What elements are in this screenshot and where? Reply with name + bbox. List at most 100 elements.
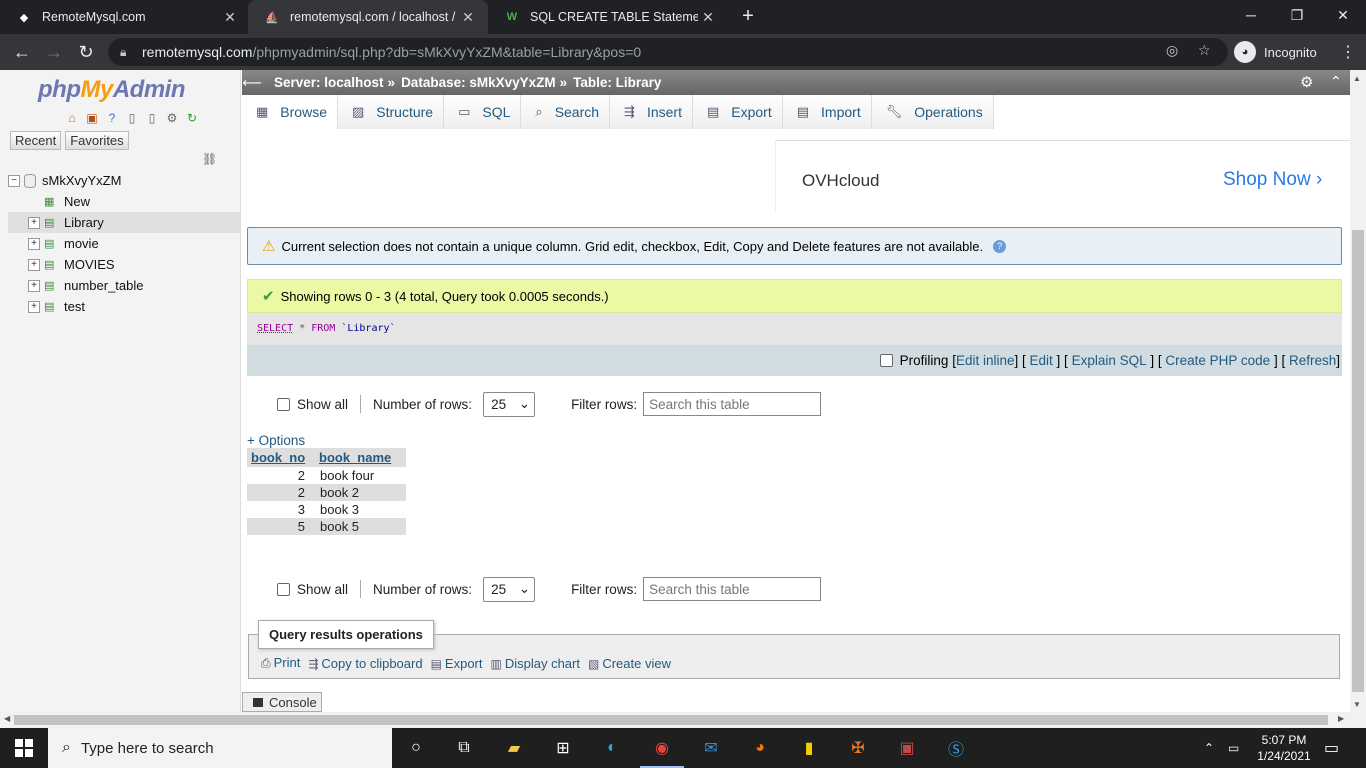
back-icon[interactable]: ← xyxy=(10,40,34,64)
sql-keyword-select[interactable]: SELECT xyxy=(257,323,293,334)
explain-sql-link[interactable]: Explain SQL xyxy=(1072,353,1147,368)
options-toggle-link[interactable]: + Options xyxy=(247,433,305,448)
tab-insert[interactable]: ⇶ Insert xyxy=(610,95,693,129)
task-view-icon[interactable]: ⧉ xyxy=(452,736,476,760)
settings-icon[interactable]: ⚙ xyxy=(164,110,180,126)
collapse-icon[interactable]: − xyxy=(8,174,20,187)
breadcrumb-server[interactable]: Server: localhost xyxy=(274,75,384,90)
expand-icon[interactable]: + xyxy=(28,258,40,271)
tab-import[interactable]: ▤ Import xyxy=(782,95,872,129)
console-toggle[interactable]: Console xyxy=(242,692,322,712)
edit-link[interactable]: Edit xyxy=(1030,353,1053,368)
show-all-checkbox[interactable] xyxy=(277,397,290,411)
scroll-up-icon[interactable]: ▲ xyxy=(1353,74,1361,83)
tab-operations[interactable]: 🔧︎ Operations xyxy=(871,95,994,129)
tree-item-movies[interactable]: + ▤ MOVIES xyxy=(8,254,240,275)
tray-expand-icon[interactable]: ⌃ xyxy=(1204,728,1214,768)
create-view-link[interactable]: ▧ Create view xyxy=(588,656,671,671)
reload-icon[interactable]: ↻ xyxy=(74,40,98,64)
logout-icon[interactable]: ▣ xyxy=(84,110,100,126)
recent-button[interactable]: Recent xyxy=(10,131,62,150)
file-explorer-icon[interactable]: ▰ xyxy=(502,736,526,760)
column-header-book-no[interactable]: book_no xyxy=(247,448,315,467)
bookmark-star-icon[interactable]: ☆ xyxy=(1198,42,1211,59)
reload-nav-icon[interactable]: ↻ xyxy=(184,110,200,126)
close-tab-icon[interactable]: ✕ xyxy=(458,9,478,26)
edit-inline-link[interactable]: Edit inline xyxy=(956,353,1015,368)
tab-export[interactable]: ▤ Export xyxy=(692,95,783,129)
scrollbar-thumb[interactable] xyxy=(1352,230,1364,692)
breadcrumb-database[interactable]: Database: sMkXvyYxZM xyxy=(401,75,556,90)
close-tab-icon[interactable]: ✕ xyxy=(220,9,240,26)
mail-icon[interactable]: ✉ xyxy=(699,736,723,760)
battery-icon[interactable]: ▭ xyxy=(1228,728,1239,768)
ad-shop-now-link[interactable]: Shop Now › xyxy=(1223,169,1322,191)
restore-icon[interactable]: ❐ xyxy=(1274,0,1320,30)
filter-rows-input[interactable]: Search this table xyxy=(643,577,822,601)
tree-item-test[interactable]: + ▤ test xyxy=(8,296,240,317)
minimize-icon[interactable]: ─ xyxy=(1228,0,1274,30)
refresh-link[interactable]: Refresh xyxy=(1289,353,1336,368)
incognito-indicator[interactable]: ◕ Incognito xyxy=(1234,39,1317,65)
close-tab-icon[interactable]: ✕ xyxy=(698,9,718,26)
xampp-icon[interactable]: ✠ xyxy=(846,736,870,760)
notifications-icon[interactable]: ▭ xyxy=(1324,728,1339,768)
scroll-left-icon[interactable]: ◀ xyxy=(4,714,10,723)
create-php-code-link[interactable]: Create PHP code xyxy=(1165,353,1270,368)
tab-search[interactable]: ⌕ Search xyxy=(521,95,611,129)
breadcrumb-table[interactable]: Table: Library xyxy=(573,75,661,90)
game-app-icon[interactable]: ▣ xyxy=(895,736,919,760)
profiling-checkbox[interactable] xyxy=(879,354,893,367)
skype-icon[interactable]: Ⓢ xyxy=(944,736,968,760)
start-button[interactable] xyxy=(0,728,48,768)
link-with-main-icon[interactable]: ⛓ xyxy=(202,152,217,166)
new-tab-icon[interactable]: + xyxy=(736,4,760,28)
forward-icon[interactable]: → xyxy=(42,40,66,64)
collapse-nav-icon[interactable]: ⟵ xyxy=(242,75,262,91)
print-link[interactable]: ⎙ Print xyxy=(261,655,300,671)
page-icon[interactable]: ▯ xyxy=(144,110,160,126)
display-chart-link[interactable]: ▥ Display chart xyxy=(491,656,580,671)
expand-icon[interactable]: + xyxy=(28,216,40,229)
chrome-icon[interactable]: ◉ xyxy=(640,736,684,768)
scroll-right-icon[interactable]: ▶ xyxy=(1338,714,1344,723)
sticky-notes-icon[interactable]: ▮ xyxy=(797,736,821,760)
tab-browse[interactable]: ▦ Browse xyxy=(242,95,338,129)
store-icon[interactable]: ⊞ xyxy=(551,736,575,760)
scroll-down-icon[interactable]: ▼ xyxy=(1353,700,1361,709)
edge-icon[interactable]: ◐ xyxy=(600,736,624,760)
rows-per-page-select[interactable]: 25 ⌄ xyxy=(483,576,536,602)
tree-item-new[interactable]: ▦ New xyxy=(8,191,240,212)
home-icon[interactable]: ⌂ xyxy=(64,110,80,126)
browser-tab-remotemysql[interactable]: ◆ RemoteMysql.com ✕ xyxy=(0,0,250,34)
favorites-button[interactable]: Favorites xyxy=(65,131,129,150)
firefox-icon[interactable]: ◕ xyxy=(748,736,772,760)
tab-sql[interactable]: ▭ SQL xyxy=(444,95,522,129)
tree-database-node[interactable]: − sMkXvyYxZM xyxy=(8,170,240,191)
taskbar-search[interactable]: ⌕ Type here to search xyxy=(48,728,392,768)
tree-item-movie[interactable]: + ▤ movie xyxy=(8,233,240,254)
taskbar-clock[interactable]: 5:07 PM 1/24/2021 xyxy=(1248,732,1320,764)
expand-icon[interactable]: + xyxy=(28,237,40,250)
tree-item-library[interactable]: + ▤ Library xyxy=(8,212,240,233)
tab-structure[interactable]: ▨ Structure xyxy=(337,95,445,129)
expand-icon[interactable]: + xyxy=(28,300,40,313)
column-header-book-name[interactable]: book_name xyxy=(315,448,406,467)
help-icon[interactable]: ? xyxy=(993,239,1007,253)
copy-to-clipboard-link[interactable]: ⇶ Copy to clipboard xyxy=(308,656,422,671)
close-window-icon[interactable]: ✕ xyxy=(1320,0,1366,30)
cortana-icon[interactable]: ○ xyxy=(404,736,428,760)
browser-tab-phpmyadmin[interactable]: ⛵ remotemysql.com / localhost / sM ✕ xyxy=(248,0,488,34)
docs-icon[interactable]: ▯ xyxy=(124,110,140,126)
rows-per-page-select[interactable]: 25 ⌄ xyxy=(483,391,536,417)
show-all-checkbox[interactable] xyxy=(277,582,290,596)
browser-menu-icon[interactable]: ⋮ xyxy=(1340,42,1356,62)
collapse-top-icon[interactable]: ⌃ xyxy=(1330,73,1342,90)
tree-item-number-table[interactable]: + ▤ number_table xyxy=(8,275,240,296)
settings-gear-icon[interactable]: ⚙ xyxy=(1300,73,1313,91)
horizontal-scrollbar[interactable]: ◀ ▶ xyxy=(0,712,1366,728)
vertical-scrollbar[interactable]: ▲ ▼ xyxy=(1350,70,1366,712)
expand-icon[interactable]: + xyxy=(28,279,40,292)
browser-tab-w3schools[interactable]: W SQL CREATE TABLE Statement ✕ xyxy=(488,0,728,34)
scrollbar-thumb[interactable] xyxy=(14,715,1328,725)
